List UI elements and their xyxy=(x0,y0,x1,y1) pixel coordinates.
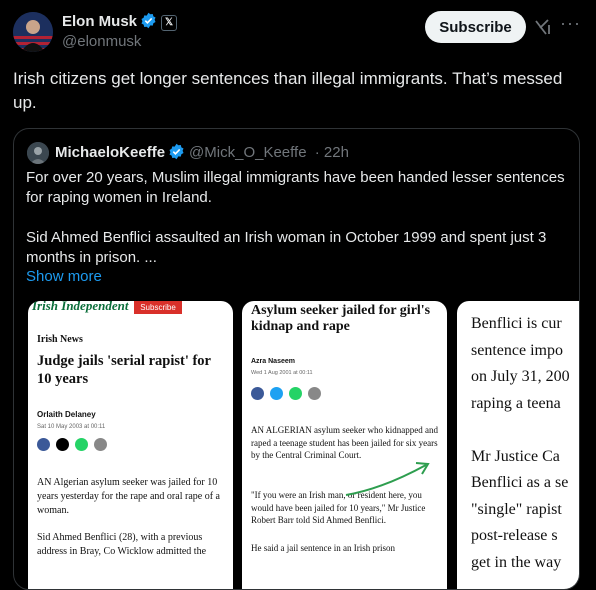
verified-badge-icon xyxy=(169,143,184,160)
show-more-link[interactable]: Show more xyxy=(26,268,102,285)
card3-line: post-release s xyxy=(471,527,558,544)
media-image-3[interactable]: Benflici is cur sentence impo on July 31, … xyxy=(457,301,579,589)
card1-masthead: Irish Independent xyxy=(32,301,129,313)
card1-date: Sat 10 May 2003 at 00:11 xyxy=(37,424,106,430)
card3-line: raping a teena xyxy=(471,394,561,412)
handwritten-arrow-annotation xyxy=(345,462,430,496)
card1-paragraph-2: Sid Ahmed Benflici (28), with a previous… xyxy=(37,532,207,557)
card2-share-icons xyxy=(251,387,321,400)
quoted-tweet[interactable]: MichaeloKeeffe @Mick_O_Keeffe · 22h For o… xyxy=(13,128,580,590)
grok-icon[interactable] xyxy=(533,17,553,37)
tweet-text: Irish citizens get longer sentences than… xyxy=(13,69,563,112)
media-image-2[interactable]: Asylum seeker jailed for girl's kidnap a… xyxy=(242,301,447,589)
verified-badge-icon xyxy=(141,12,156,29)
quote-text: For over 20 years, Muslim illegal immigr… xyxy=(26,168,566,268)
card1-byline: Orlaith Delaney xyxy=(37,410,96,419)
subscribe-button[interactable]: Subscribe xyxy=(425,11,526,43)
card3-line: "single" rapist xyxy=(471,500,562,518)
card3-line: on July 31, 200 xyxy=(471,368,570,385)
card2-headline: Asylum seeker jailed for girl's kidnap a… xyxy=(251,303,431,334)
quote-timestamp[interactable]: · 22h xyxy=(315,144,349,161)
card2-paragraph-1: AN ALGERIAN asylum seeker who kidnapped … xyxy=(251,425,438,460)
card1-headline: Judge jails 'serial rapist' for 10 years xyxy=(37,353,211,387)
author-handle[interactable]: @elonmusk xyxy=(62,33,141,50)
card2-date: Wed 1 Aug 2001 at 00:11 xyxy=(251,370,313,376)
affiliate-x-icon: 𝕏 xyxy=(161,15,178,31)
quote-paragraph-2: Sid Ahmed Benflici assaulted an Irish wo… xyxy=(26,229,547,266)
card2-paragraph-3: He said a jail sentence in an Irish pris… xyxy=(251,543,395,553)
quote-author-avatar[interactable] xyxy=(27,142,49,164)
card1-section: Irish News xyxy=(37,334,83,345)
author-name[interactable]: Elon Musk 𝕏 xyxy=(62,12,178,31)
card1-share-icons xyxy=(37,438,107,451)
card3-line: get in the way xyxy=(471,553,562,571)
card2-byline: Azra Naseem xyxy=(251,358,295,365)
media-image-1[interactable]: Irish Independent Subscribe Irish News J… xyxy=(28,301,233,589)
quote-author-name[interactable]: MichaeloKeeffe @Mick_O_Keeffe · 22h xyxy=(55,143,349,161)
quote-paragraph-1: For over 20 years, Muslim illegal immigr… xyxy=(26,169,565,206)
card3-line: Benflici is cur xyxy=(471,315,562,332)
card3-line: Benflici as a se xyxy=(471,474,569,491)
card3-line: Mr Justice Ca xyxy=(471,447,560,465)
card1-subscribe: Subscribe xyxy=(134,301,182,314)
card3-line: sentence impo xyxy=(471,341,563,359)
card1-paragraph-1: AN Algerian asylum seeker was jailed for… xyxy=(37,477,220,516)
author-avatar[interactable] xyxy=(13,12,53,52)
quote-author-handle[interactable]: @Mick_O_Keeffe xyxy=(189,144,307,161)
more-options-icon[interactable]: ··· xyxy=(560,13,581,34)
